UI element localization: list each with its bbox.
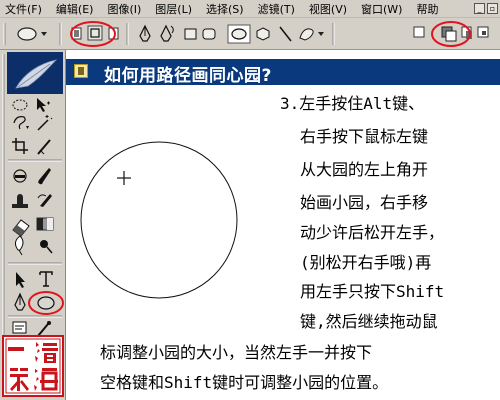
seal-glyph-xiao — [10, 368, 29, 391]
menu-select[interactable]: 选择(S) — [203, 1, 247, 17]
instruction-line-1: 3.左手按住Alt键、 — [280, 94, 425, 113]
lasso-tool-icon[interactable] — [13, 116, 29, 130]
ellipse-shape-icon[interactable] — [227, 24, 251, 44]
instruction-line-9: 标调整小园的大小，当然左手一并按下 — [100, 343, 373, 362]
crosshair-cursor-icon — [117, 171, 131, 185]
instruction-line-5: 动少许后松开左手， — [300, 223, 445, 242]
blur-tool-icon[interactable] — [14, 235, 24, 256]
menu-help[interactable]: 帮助 — [413, 1, 441, 17]
options-grip-icon — [3, 23, 6, 45]
instruction-line-10: 空格键和Shift键时可调整小园的位置。 — [100, 373, 389, 392]
path-selection-icon[interactable] — [16, 272, 25, 288]
slice-tool-icon[interactable] — [37, 139, 51, 155]
brush-tool-icon[interactable] — [38, 168, 51, 185]
instruction-line-4: 始画小园，右手移 — [300, 193, 429, 212]
menu-bar: 文件(F) 编辑(E) 图像(I) 图层(L) 选择(S) 滤镜(T) 视图(V… — [0, 0, 500, 18]
dodge-tool-icon[interactable] — [40, 240, 53, 254]
pen-tool-icon[interactable] — [139, 24, 151, 42]
window-controls: _ ▫ — [474, 3, 498, 14]
seal-stamp — [2, 335, 64, 397]
seal-glyph-cang — [35, 342, 58, 363]
toolbox-header — [7, 52, 63, 94]
magic-wand-icon[interactable] — [37, 115, 53, 131]
healing-brush-icon[interactable] — [13, 169, 27, 183]
history-brush-icon[interactable] — [37, 194, 52, 207]
menu-edit[interactable]: 编辑(E) — [53, 1, 97, 17]
menu-image[interactable]: 图像(I) — [104, 1, 144, 17]
menu-file[interactable]: 文件(F) — [0, 1, 45, 17]
options-bar — [0, 18, 500, 50]
menu-layer[interactable]: 图层(L) — [152, 1, 195, 17]
menu-window[interactable]: 窗口(W) — [358, 1, 405, 17]
instruction-line-8: 键,然后继续拖动鼠 — [300, 312, 438, 331]
type-tool-icon[interactable] — [39, 271, 53, 287]
paths-mode-icon[interactable] — [87, 25, 103, 41]
pen-tool-icon[interactable] — [14, 292, 26, 311]
seal-glyph-hai — [34, 368, 58, 391]
instruction-line-7: 用左手只按下Shift — [300, 282, 445, 301]
instruction-line-2: 右手按下鼠标左键 — [300, 127, 429, 146]
gradient-tool-icon[interactable] — [36, 217, 54, 231]
ellipse-tool-icon[interactable] — [37, 296, 55, 310]
menu-view[interactable]: 视图(V) — [306, 1, 350, 17]
intersect-shape-icon[interactable] — [477, 26, 489, 38]
restore-button[interactable]: ▫ — [487, 3, 498, 14]
menu-filter[interactable]: 滤镜(T) — [255, 1, 298, 17]
eraser-tool-icon[interactable] — [12, 219, 30, 237]
notes-tool-icon[interactable] — [12, 321, 27, 334]
document-icon — [74, 64, 88, 78]
freeform-pen-icon[interactable] — [160, 24, 174, 42]
line-shape-icon[interactable] — [279, 26, 292, 42]
create-new-shape-icon[interactable] — [413, 26, 425, 38]
clone-stamp-icon[interactable] — [12, 194, 28, 208]
document-title-bar: 如何用路径画同心园? — [66, 59, 500, 86]
eyedropper-icon[interactable] — [37, 321, 51, 337]
rounded-rectangle-icon[interactable] — [202, 28, 216, 40]
tool-preset-picker[interactable] — [17, 27, 47, 41]
minimize-button[interactable]: _ — [474, 3, 485, 14]
large-circle-path — [80, 141, 238, 299]
add-to-shape-area-icon[interactable] — [441, 26, 457, 42]
instruction-line-6: (别松开右手哦)再 — [300, 253, 432, 272]
move-tool-icon[interactable] — [37, 98, 50, 112]
crop-tool-icon[interactable] — [12, 138, 28, 154]
polygon-shape-icon[interactable] — [256, 27, 270, 41]
custom-shape-icon[interactable] — [299, 28, 324, 41]
marquee-tool-icon[interactable] — [12, 99, 28, 111]
instruction-line-3: 从大园的左上角开 — [300, 160, 429, 179]
rectangle-shape-icon[interactable] — [184, 28, 197, 40]
page-title: 如何用路径画同心园? — [104, 66, 272, 86]
